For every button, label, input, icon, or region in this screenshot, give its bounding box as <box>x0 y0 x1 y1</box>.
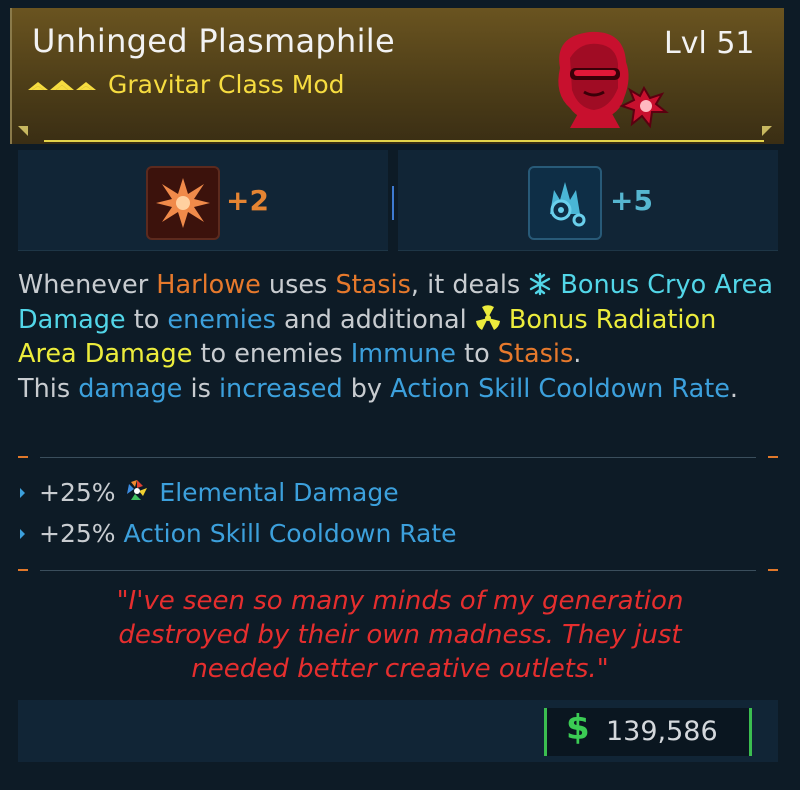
corner-marker-right <box>762 126 772 136</box>
separator-mark-right <box>768 456 778 458</box>
keyword-immune: Immune <box>350 339 456 369</box>
harlowe-portrait-icon <box>558 31 669 129</box>
skill-divider <box>392 186 394 220</box>
keyword-stasis: Stasis <box>335 270 411 300</box>
header-divider <box>44 140 764 142</box>
skill-cryo-button[interactable] <box>528 166 602 240</box>
starburst-skill-icon <box>156 178 210 228</box>
keyword-damage: damage <box>78 373 183 404</box>
separator-mark-right <box>768 569 778 571</box>
item-description: Whenever Harlowe uses Stasis, it deals B… <box>18 270 774 404</box>
separator-mark-left <box>18 569 28 571</box>
item-name: Unhinged Plasmaphile <box>32 22 395 60</box>
stats-separator-top <box>40 457 756 458</box>
stat-row: +25% Action Skill Cooldown Rate <box>20 519 457 548</box>
item-type: Gravitar Class Mod <box>108 70 345 99</box>
stats-separator-bottom <box>40 570 756 571</box>
flavor-quote: "I've seen so many minds of my generatio… <box>116 586 684 684</box>
keyword-enemies: enemies <box>167 304 276 335</box>
skill-bonus-left: +2 <box>226 184 269 217</box>
keyword-cooldown-rate: Action Skill Cooldown Rate <box>390 373 730 404</box>
skill-starburst-button[interactable] <box>146 166 220 240</box>
elemental-wheel-icon <box>127 480 148 500</box>
skill-bonus-right: +5 <box>610 184 653 217</box>
radiation-icon <box>475 304 500 330</box>
bullet-icon <box>20 488 25 498</box>
rarity-chevrons-icon <box>28 80 96 90</box>
keyword-stasis-2: Stasis <box>497 339 574 369</box>
bullet-icon <box>20 529 25 539</box>
keyword-harlowe: Harlowe <box>156 270 261 300</box>
cryo-gear-skill-icon <box>550 182 586 227</box>
item-card: Unhinged Plasmaphile Gravitar Class Mod … <box>0 0 800 790</box>
separator-mark-left <box>18 456 28 458</box>
item-level: Lvl 51 <box>664 26 755 61</box>
snowflake-icon <box>530 272 551 296</box>
stat-row: +25% Elemental Damage <box>20 478 399 507</box>
corner-marker-left <box>18 126 28 136</box>
keyword-increased: increased <box>218 373 343 404</box>
dollar-icon: $ <box>566 708 590 748</box>
item-price: 139,586 <box>606 716 718 747</box>
